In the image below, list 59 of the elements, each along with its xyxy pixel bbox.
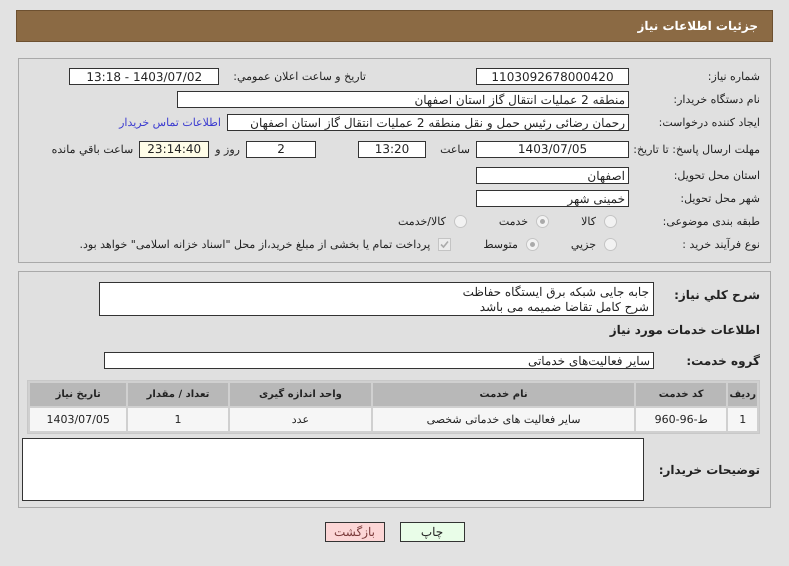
option-label: جزیي <box>570 238 596 251</box>
field-label: توضیحات خریدار: <box>658 462 760 476</box>
field-label: ساعت <box>439 142 470 156</box>
field-label: مهلت ارسال پاسخ: تا تاریخ: <box>635 142 760 156</box>
field-label: تاریخ و ساعت اعلان عمومي: <box>233 70 366 83</box>
checkbox[interactable] <box>438 238 452 251</box>
table-cell: 1 <box>728 408 757 431</box>
print-button[interactable]: چاپ <box>400 522 464 542</box>
option-label: خدمت <box>498 215 528 228</box>
radio-button[interactable] <box>526 238 539 251</box>
radio-button[interactable] <box>536 215 550 228</box>
option-label: پرداخت تمام یا بخشی از مبلغ خرید،از محل "اسناد خزانه اسلامی" خواهد بود. <box>80 238 430 251</box>
table-cell: 1 <box>128 408 228 431</box>
description-line: شرح کامل تقاضا ضمیمه می باشد <box>480 300 649 315</box>
column-header: ردیف <box>728 383 757 406</box>
table-cell: عدد <box>230 408 372 431</box>
text-field[interactable]: خمینی شهر <box>476 190 629 207</box>
column-header: تعداد / مقدار <box>128 383 228 406</box>
field-label: نام دستگاه خریدار: <box>672 93 760 106</box>
notes-area[interactable] <box>22 438 644 501</box>
column-header: تاریخ نیاز <box>30 383 126 406</box>
field-label: نوع فرآیند خرید : <box>681 238 760 251</box>
page-title: جزئیات اطلاعات نیاز <box>16 10 773 42</box>
field-label: طبقه بندی موضوعی: <box>662 215 760 228</box>
text-field[interactable]: اصفهان <box>476 167 629 184</box>
radio-button[interactable] <box>604 215 617 228</box>
text-field[interactable]: 2 <box>246 140 316 158</box>
field-label: شهر محل تحویل: <box>679 192 760 205</box>
column-header: کد خدمت <box>636 383 726 406</box>
field-label: شرح کلي نیاز: <box>673 287 760 302</box>
option-label: کالا <box>581 215 596 228</box>
section-heading: اطلاعات خدمات مورد نیاز <box>610 322 760 336</box>
text-field[interactable]: 1103092678000420 <box>476 68 629 85</box>
text-field[interactable]: رحمان رضائی رئیس حمل و نقل منطقه 2 عملیات انتقال گاز استان اصفهان <box>227 114 629 131</box>
text-field[interactable]: منطقه 2 عملیات انتقال گاز استان اصفهان <box>177 91 629 108</box>
text-field[interactable]: 1403/07/02 - 13:18 <box>69 68 220 85</box>
text-field[interactable]: 23:14:40 <box>139 140 210 158</box>
description-line: جابه جایی شبکه برق ایستگاه حفاظت <box>462 285 649 300</box>
radio-button[interactable] <box>454 215 467 228</box>
column-header: واحد اندازه گیری <box>230 383 372 406</box>
text-field[interactable]: 1403/07/05 <box>476 140 629 158</box>
back-button[interactable]: بازگشت <box>324 522 384 542</box>
field-label: گروه خدمت: <box>685 354 760 368</box>
option-label: متوسط <box>483 238 518 251</box>
description-area[interactable]: جابه جایی شبکه برق ایستگاه حفاظت شرح کامل تقاضا ضمیمه می باشد <box>99 282 654 316</box>
field-label: ساعت باقي مانده <box>52 142 134 156</box>
field-label: استان محل تحویل: <box>672 169 760 182</box>
field-label: ایجاد کننده درخواست: <box>658 116 760 129</box>
table-cell: ط-96-960 <box>636 408 726 431</box>
field-label: روز و <box>215 142 240 156</box>
option-label: کالا/خدمت <box>398 215 446 228</box>
table-cell: 1403/07/05 <box>30 408 126 431</box>
column-header: نام خدمت <box>373 383 634 406</box>
contact-link[interactable]: اطلاعات تماس خریدار <box>119 116 221 129</box>
text-field[interactable]: 13:20 <box>358 140 426 158</box>
radio-button[interactable] <box>604 238 617 251</box>
table-cell: سایر فعالیت های خدماتی شخصی <box>373 408 634 431</box>
field-label: شماره نیاز: <box>706 70 760 83</box>
text-field[interactable]: سایر فعالیت‌های خدماتی <box>104 352 654 369</box>
